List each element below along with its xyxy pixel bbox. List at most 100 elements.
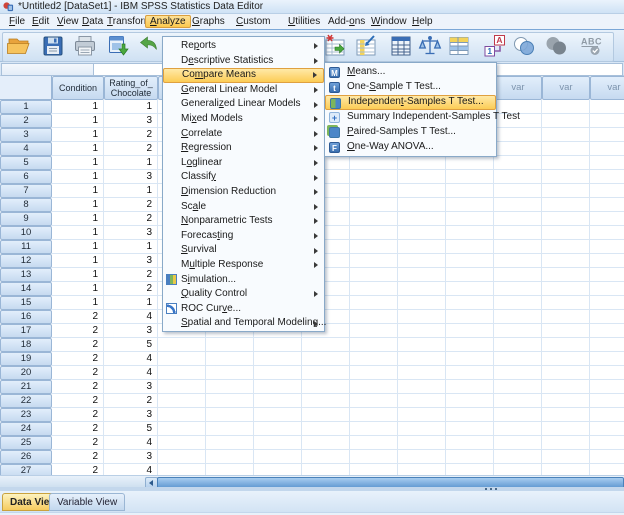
cell-empty[interactable]: [590, 282, 624, 296]
cell-empty[interactable]: [446, 352, 494, 366]
cell-empty[interactable]: [542, 394, 590, 408]
save-icon[interactable]: [40, 33, 66, 59]
cell-rating-3[interactable]: 2: [104, 128, 158, 142]
menubar-item-view[interactable]: View: [54, 15, 82, 28]
cell-empty[interactable]: [398, 338, 446, 352]
cell-rating-12[interactable]: 3: [104, 254, 158, 268]
cell-empty[interactable]: [542, 170, 590, 184]
cell-empty[interactable]: [542, 282, 590, 296]
horizontal-scrollbar[interactable]: [0, 475, 624, 489]
row-header-7[interactable]: 7: [0, 184, 52, 198]
cell-rating-17[interactable]: 3: [104, 324, 158, 338]
cell-rating-26[interactable]: 3: [104, 450, 158, 464]
menu-item-forecasting[interactable]: Forecasting: [163, 229, 324, 244]
cell-empty[interactable]: [302, 352, 350, 366]
cell-empty[interactable]: [590, 436, 624, 450]
submenu-item-paired-samples-t-test[interactable]: Paired-Samples T Test...: [325, 125, 496, 140]
row-header-22[interactable]: 22: [0, 394, 52, 408]
cell-empty[interactable]: [542, 464, 590, 475]
cell-empty[interactable]: [302, 408, 350, 422]
cell-empty[interactable]: [494, 282, 542, 296]
cell-empty[interactable]: [446, 366, 494, 380]
row-header-16[interactable]: 16: [0, 310, 52, 324]
cell-empty[interactable]: [542, 100, 590, 114]
cell-empty[interactable]: [446, 310, 494, 324]
cell-empty[interactable]: [398, 212, 446, 226]
row-header-23[interactable]: 23: [0, 408, 52, 422]
cell-empty[interactable]: [494, 450, 542, 464]
cell-empty[interactable]: [254, 464, 302, 475]
row-header-26[interactable]: 26: [0, 450, 52, 464]
cell-empty[interactable]: [398, 366, 446, 380]
cell-empty[interactable]: [398, 436, 446, 450]
cell-empty[interactable]: [446, 170, 494, 184]
row-header-4[interactable]: 4: [0, 142, 52, 156]
cell-empty[interactable]: [590, 352, 624, 366]
cell-condition-20[interactable]: 2: [52, 366, 104, 380]
cell-empty[interactable]: [254, 338, 302, 352]
cell-empty[interactable]: [158, 366, 206, 380]
cell-empty[interactable]: [350, 296, 398, 310]
menu-item-simulation[interactable]: Simulation...: [163, 273, 324, 288]
row-header-17[interactable]: 17: [0, 324, 52, 338]
cell-empty[interactable]: [446, 464, 494, 475]
row-header-6[interactable]: 6: [0, 170, 52, 184]
cell-empty[interactable]: [542, 352, 590, 366]
select-cases-icon[interactable]: [511, 33, 537, 59]
cell-empty[interactable]: [446, 254, 494, 268]
cell-empty[interactable]: [590, 226, 624, 240]
cell-rating-4[interactable]: 2: [104, 142, 158, 156]
cell-empty[interactable]: [302, 366, 350, 380]
cell-condition-10[interactable]: 1: [52, 226, 104, 240]
cell-empty[interactable]: [494, 212, 542, 226]
cell-empty[interactable]: [446, 226, 494, 240]
cell-condition-1[interactable]: 1: [52, 100, 104, 114]
cell-empty[interactable]: [542, 184, 590, 198]
cell-condition-9[interactable]: 1: [52, 212, 104, 226]
cell-empty[interactable]: [158, 450, 206, 464]
cell-empty[interactable]: [206, 408, 254, 422]
cell-empty[interactable]: [590, 422, 624, 436]
cell-empty[interactable]: [398, 268, 446, 282]
cell-empty[interactable]: [446, 422, 494, 436]
submenu-item-independent-samples-t-test[interactable]: Independent-Samples T Test...: [325, 95, 496, 110]
cell-empty[interactable]: [446, 268, 494, 282]
cell-empty[interactable]: [542, 212, 590, 226]
menubar-item-add-ons[interactable]: Add-ons: [325, 15, 368, 28]
menubar-item-window[interactable]: Window: [368, 15, 410, 28]
cell-empty[interactable]: [446, 380, 494, 394]
cell-empty[interactable]: [590, 450, 624, 464]
column-header-var[interactable]: var: [494, 76, 542, 100]
cell-empty[interactable]: [542, 156, 590, 170]
cell-empty[interactable]: [158, 394, 206, 408]
cell-empty[interactable]: [494, 226, 542, 240]
cell-rating-25[interactable]: 4: [104, 436, 158, 450]
cell-empty[interactable]: [350, 394, 398, 408]
row-header-15[interactable]: 15: [0, 296, 52, 310]
cell-empty[interactable]: [446, 184, 494, 198]
cell-empty[interactable]: [158, 352, 206, 366]
cell-empty[interactable]: [206, 338, 254, 352]
cell-empty[interactable]: [590, 184, 624, 198]
cell-empty[interactable]: [398, 324, 446, 338]
cell-empty[interactable]: [398, 184, 446, 198]
cell-empty[interactable]: [494, 198, 542, 212]
cell-condition-7[interactable]: 1: [52, 184, 104, 198]
cell-condition-27[interactable]: 2: [52, 464, 104, 475]
cell-empty[interactable]: [350, 198, 398, 212]
cell-condition-23[interactable]: 2: [52, 408, 104, 422]
cell-empty[interactable]: [398, 450, 446, 464]
row-header-8[interactable]: 8: [0, 198, 52, 212]
cell-empty[interactable]: [206, 366, 254, 380]
cell-condition-2[interactable]: 1: [52, 114, 104, 128]
cell-empty[interactable]: [590, 380, 624, 394]
cell-condition-18[interactable]: 2: [52, 338, 104, 352]
value-labels-icon[interactable]: [446, 33, 472, 59]
cell-empty[interactable]: [446, 324, 494, 338]
cell-rating-24[interactable]: 5: [104, 422, 158, 436]
menubar-item-help[interactable]: Help: [409, 15, 436, 28]
cell-empty[interactable]: [350, 310, 398, 324]
cell-empty[interactable]: [542, 380, 590, 394]
cell-empty[interactable]: [302, 450, 350, 464]
cell-empty[interactable]: [542, 114, 590, 128]
